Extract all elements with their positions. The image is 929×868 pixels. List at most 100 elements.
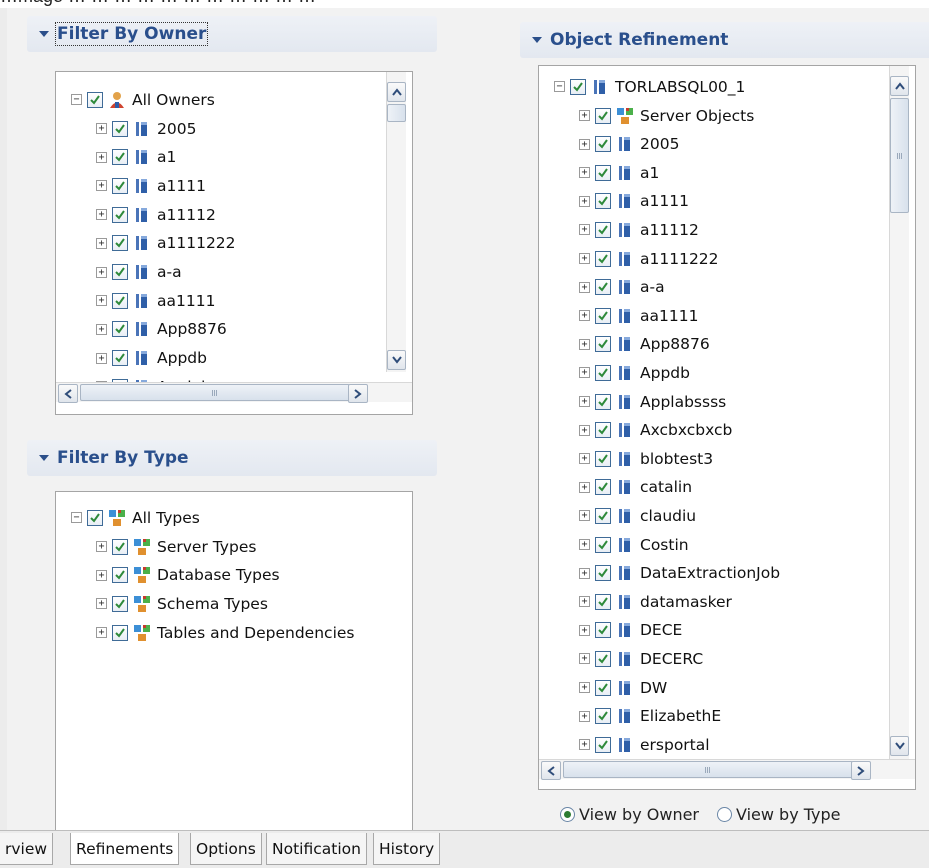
- checkbox-checked[interactable]: [112, 149, 128, 166]
- tree-node[interactable]: + datamasker: [579, 587, 732, 616]
- scroll-left-button[interactable]: [58, 384, 78, 403]
- scroll-right-button[interactable]: [348, 384, 368, 403]
- collapse-node-icon[interactable]: −: [71, 94, 82, 105]
- expand-node-icon[interactable]: +: [579, 453, 590, 465]
- tree-node-all-types[interactable]: − All Types: [71, 503, 200, 532]
- expand-node-icon[interactable]: +: [579, 567, 590, 579]
- tree-node[interactable]: + aa1111: [96, 286, 215, 315]
- tree-node[interactable]: + Server Objects: [579, 101, 754, 130]
- checkbox-checked[interactable]: [595, 336, 611, 353]
- tree-node[interactable]: + ersportal: [579, 730, 710, 759]
- checkbox-checked[interactable]: [112, 595, 128, 612]
- expand-node-icon[interactable]: +: [579, 653, 590, 665]
- expand-node-icon[interactable]: +: [579, 624, 590, 636]
- object-tree-horizontal-scrollbar[interactable]: [539, 759, 915, 780]
- expand-node-icon[interactable]: +: [579, 710, 590, 722]
- owner-tree-horizontal-scrollbar[interactable]: [56, 382, 412, 403]
- checkbox-checked[interactable]: [595, 307, 611, 324]
- checkbox-checked[interactable]: [112, 624, 128, 641]
- checkbox-checked[interactable]: [595, 107, 611, 124]
- tab-options[interactable]: Options: [190, 833, 262, 865]
- tree-node[interactable]: + a1: [96, 143, 176, 172]
- expand-node-icon[interactable]: +: [96, 266, 107, 278]
- checkbox-checked[interactable]: [112, 264, 128, 280]
- expand-node-icon[interactable]: +: [96, 352, 107, 364]
- expand-node-icon[interactable]: +: [96, 295, 107, 307]
- tab-notification[interactable]: Notification: [266, 833, 367, 865]
- tab-refinements[interactable]: Refinements: [70, 833, 180, 865]
- tree-node[interactable]: + DECERC: [579, 644, 703, 673]
- tree-node[interactable]: + App8876: [96, 315, 227, 344]
- scroll-thumb[interactable]: [387, 104, 406, 122]
- object-tree-vertical-scrollbar[interactable]: [889, 66, 909, 759]
- tree-node[interactable]: + a11112: [96, 200, 216, 229]
- expand-node-icon[interactable]: +: [96, 598, 107, 610]
- tree-node[interactable]: + catalin: [579, 473, 692, 502]
- checkbox-checked[interactable]: [595, 536, 611, 553]
- checkbox-checked[interactable]: [595, 679, 611, 696]
- expand-node-icon[interactable]: +: [579, 367, 590, 379]
- tree-node[interactable]: + DW: [579, 673, 667, 702]
- expand-node-icon[interactable]: +: [579, 682, 590, 693]
- tree-node[interactable]: + DataExtractionJob: [579, 559, 780, 588]
- collapse-node-icon[interactable]: −: [71, 512, 82, 523]
- expand-node-icon[interactable]: +: [579, 110, 590, 121]
- expand-node-icon[interactable]: +: [579, 224, 590, 236]
- checkbox-checked[interactable]: [595, 221, 611, 238]
- checkbox-checked[interactable]: [595, 479, 611, 496]
- checkbox-checked[interactable]: [112, 350, 128, 367]
- checkbox-checked[interactable]: [595, 279, 611, 296]
- tree-node-server[interactable]: − TORLABSQL00_1: [554, 72, 745, 101]
- tree-node[interactable]: + Server Types: [96, 532, 256, 561]
- checkbox-checked[interactable]: [87, 91, 103, 108]
- expand-node-icon[interactable]: +: [96, 323, 107, 335]
- tree-node[interactable]: + Costin: [579, 530, 689, 559]
- tree-node[interactable]: + Schema Types: [96, 589, 268, 618]
- tree-node[interactable]: +2005: [579, 130, 679, 159]
- tree-node[interactable]: + App8876: [579, 330, 710, 359]
- expand-node-icon[interactable]: +: [579, 281, 590, 293]
- expand-node-icon[interactable]: +: [579, 138, 590, 150]
- view-by-owner-radio[interactable]: View by Owner: [560, 805, 699, 824]
- expand-node-icon[interactable]: +: [579, 596, 590, 608]
- view-by-type-radio[interactable]: View by Type: [717, 805, 841, 824]
- expand-node-icon[interactable]: +: [96, 180, 107, 192]
- tree-node[interactable]: + a1: [579, 158, 659, 187]
- expand-node-icon[interactable]: +: [96, 123, 107, 134]
- tree-node[interactable]: +2005: [96, 114, 196, 143]
- tree-node-all-owners[interactable]: − All Owners: [71, 85, 215, 114]
- tree-node[interactable]: + Appdb: [579, 358, 690, 387]
- scroll-down-button[interactable]: [387, 350, 406, 370]
- expand-node-icon[interactable]: +: [579, 539, 590, 550]
- checkbox-checked[interactable]: [112, 120, 128, 137]
- tree-node[interactable]: + a1111222: [579, 244, 719, 273]
- expand-node-icon[interactable]: +: [579, 396, 590, 407]
- expand-node-icon[interactable]: +: [96, 569, 107, 581]
- filter-by-owner-header[interactable]: Filter By Owner: [27, 16, 437, 52]
- tree-node[interactable]: + DECE: [579, 616, 682, 645]
- scroll-right-button[interactable]: [851, 761, 871, 780]
- checkbox-checked[interactable]: [87, 509, 103, 526]
- filter-by-type-header[interactable]: Filter By Type: [27, 440, 437, 476]
- tree-node[interactable]: + a1111222: [96, 229, 236, 258]
- expand-node-icon[interactable]: +: [579, 424, 590, 436]
- checkbox-checked[interactable]: [112, 538, 128, 555]
- tree-node[interactable]: + ElizabethE: [579, 702, 721, 731]
- checkbox-checked[interactable]: [112, 321, 128, 338]
- checkbox-checked[interactable]: [595, 164, 611, 181]
- expand-node-icon[interactable]: +: [96, 151, 107, 163]
- collapse-node-icon[interactable]: −: [554, 81, 565, 92]
- owner-tree[interactable]: − All Owners +2005 + a1 + a1111 + a11112 + a111122…: [55, 71, 413, 415]
- tree-node[interactable]: + claudiu: [579, 501, 696, 530]
- tab-overview[interactable]: rview: [0, 833, 54, 865]
- tab-history[interactable]: History: [373, 833, 441, 865]
- checkbox-checked[interactable]: [595, 622, 611, 639]
- expand-node-icon[interactable]: +: [579, 481, 590, 493]
- scroll-down-button[interactable]: [890, 736, 909, 756]
- checkbox-checked[interactable]: [570, 78, 586, 95]
- expand-node-icon[interactable]: +: [579, 253, 590, 264]
- checkbox-checked[interactable]: [595, 565, 611, 582]
- scroll-left-button[interactable]: [541, 761, 561, 780]
- object-refinement-tree[interactable]: − TORLABSQL00_1 + Server Objects +2005 + a1 + a1…: [538, 65, 916, 790]
- checkbox-checked[interactable]: [595, 708, 611, 725]
